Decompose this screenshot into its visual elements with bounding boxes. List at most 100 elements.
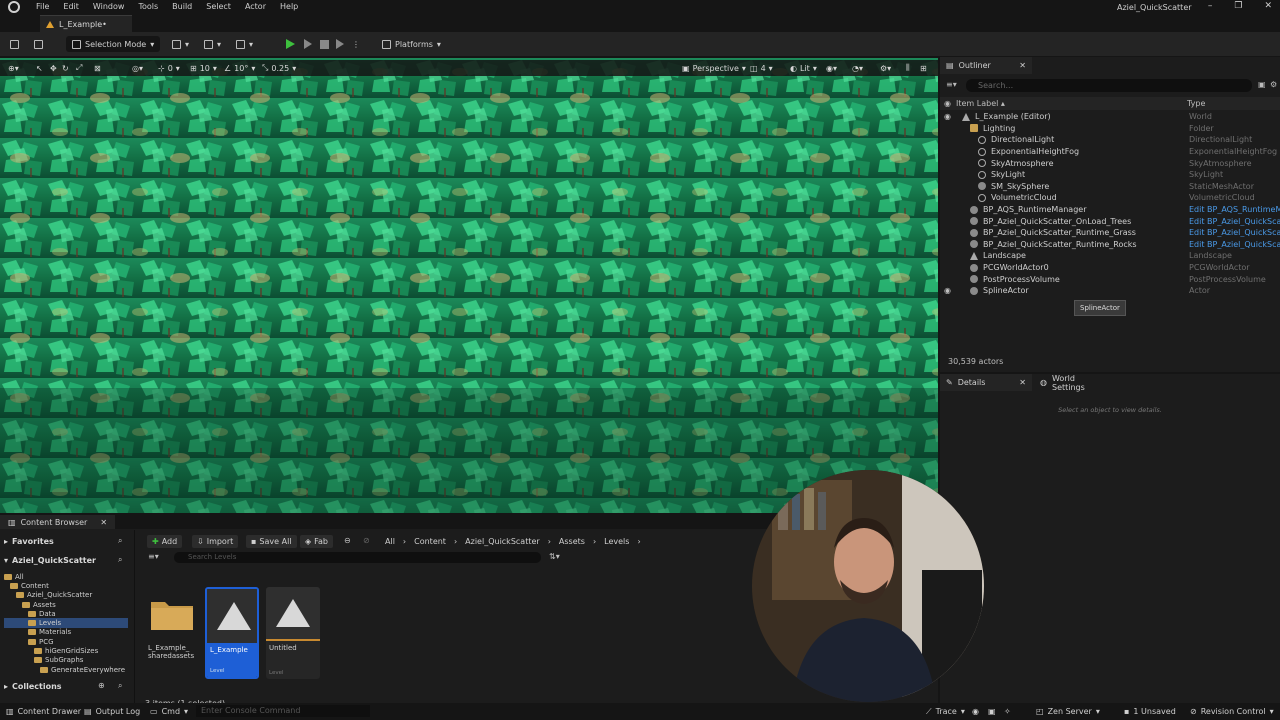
unreal-logo-icon[interactable] [8,1,20,13]
menu-file[interactable]: File [36,2,49,11]
asset-tile-untitled[interactable]: Untitled Level [266,587,320,679]
outliner-row[interactable]: Landscape Landscape [940,250,1280,262]
folder-tree-item[interactable]: Data [4,609,128,618]
asset-tile-folder[interactable]: L_Example_ sharedassets [145,587,199,679]
save-icon[interactable] [10,36,19,52]
crumb-content[interactable]: Content [414,537,446,546]
rotate-tool-icon[interactable]: ↻ [62,62,69,74]
world-settings-tab[interactable]: ◍ World Settings [1034,374,1114,392]
platforms-button[interactable]: Platforms ▾ [382,36,441,52]
maximize-viewport-icon[interactable]: ⊞ [920,62,927,74]
close-tab-icon[interactable]: ✕ [1019,378,1026,387]
outliner-row[interactable]: Lighting Folder [940,123,1280,135]
edit-blueprint-link[interactable]: Edit BP_Aziel_QuickScatt [1189,240,1280,249]
surface-snap-button[interactable]: ◎▾ [132,62,143,74]
rotation-snap-button[interactable]: ∠ 10° ▾ [224,62,255,74]
crumb-all[interactable]: All [385,537,395,546]
show-flags-icon[interactable]: ◉▾ [826,62,837,74]
performance-icon[interactable]: ◔▾ [852,62,863,74]
outliner-row[interactable]: ◉ L_Example (Editor) World [940,111,1280,123]
level-tab[interactable]: L_Example• [40,15,132,32]
details-tab[interactable]: ✎ Details ✕ [940,374,1032,391]
transform-mode-icon[interactable]: ⊕▾ [8,62,19,74]
content-browser-tab[interactable]: ▥ Content Browser ✕ [0,515,116,529]
save-all-button[interactable]: ▪ Save All [246,535,297,548]
menu-window[interactable]: Window [93,2,125,11]
scale-tool-icon[interactable]: ⤢ [76,62,82,74]
folder-tree-item[interactable]: Materials [4,628,128,637]
project-section[interactable]: ▾ Aziel_QuickScatter [4,556,96,565]
select-tool-icon[interactable]: ↖ [36,62,43,74]
outliner-tab[interactable]: ▤ Outliner ✕ [940,57,1032,74]
add-actor-icon[interactable]: ▾ [172,36,189,52]
add-button[interactable]: ✚ Add [147,535,183,548]
step-icon[interactable] [304,36,312,52]
menu-build[interactable]: Build [172,2,192,11]
outliner-row[interactable]: BP_AQS_RuntimeManager Edit BP_AQS_Runtime… [940,204,1280,216]
browse-icon[interactable] [34,36,43,52]
outliner-row[interactable]: SkyAtmosphere SkyAtmosphere [940,157,1280,169]
output-log-button[interactable]: ▤ Output Log [84,706,140,717]
edit-blueprint-link[interactable]: Edit BP_Aziel_QuickScatt [1189,217,1280,226]
crumb-project[interactable]: Aziel_QuickScatter [465,537,540,546]
stop-icon[interactable] [320,36,329,52]
search-icon[interactable]: ⌕ [118,536,122,546]
zen-server-dropdown[interactable]: ◰ Zen Server ▾ [1036,706,1100,717]
fab-button[interactable]: ◈ Fab [300,535,334,548]
menu-tools[interactable]: Tools [138,2,158,11]
folder-tree-item[interactable]: SubGraphs [4,656,128,665]
sparkle-icon[interactable]: ✧ [1004,706,1011,717]
outliner-row[interactable]: PCGWorldActor0 PCGWorldActor [940,262,1280,274]
folder-tree-item[interactable]: Content [4,581,128,590]
filter-icon[interactable]: ≡▾ [148,552,159,561]
outliner-row[interactable]: DirectionalLight DirectionalLight [940,134,1280,146]
visibility-col-icon[interactable]: ◉ [944,99,951,108]
crumb-assets[interactable]: Assets [559,537,585,546]
outliner-settings-icon[interactable]: ⚙ [1270,80,1277,89]
collections-section[interactable]: ▸ Collections [4,682,62,691]
close-tab-icon[interactable]: ✕ [1019,61,1026,70]
sort-icon[interactable]: ⇅▾ [549,552,560,561]
add-collection-icon[interactable]: ⊕ [98,681,105,690]
eject-icon[interactable] [336,36,344,52]
selection-mode-dropdown[interactable]: Selection Mode ▾ [66,36,161,52]
outliner-row[interactable]: BP_Aziel_QuickScatter_OnLoad_Trees Edit B… [940,215,1280,227]
search-icon[interactable]: ⌕ [118,555,122,565]
visibility-eye-icon[interactable]: ◉ [944,112,951,121]
folder-tree-item[interactable]: PCG [4,637,128,646]
content-drawer-button[interactable]: ▥ Content Drawer [6,706,81,717]
coordinate-space-icon[interactable]: ⊠ [94,62,101,74]
edit-blueprint-link[interactable]: Edit BP_AQS_RuntimeMa [1189,205,1280,214]
menu-select[interactable]: Select [206,2,231,11]
outliner-search-input[interactable]: Search... [966,79,1252,92]
record-icon[interactable]: ◉ [972,706,979,717]
menu-actor[interactable]: Actor [245,2,266,11]
maximize-icon[interactable]: ❐ [1234,1,1242,11]
column-item-label[interactable]: Item Label ▴ [956,99,1005,108]
column-type[interactable]: Type [1187,99,1205,108]
move-tool-icon[interactable]: ✥ [50,62,57,74]
outliner-row[interactable]: BP_Aziel_QuickScatter_Runtime_Rocks Edit … [940,239,1280,251]
perspective-dropdown[interactable]: ▣ Perspective ▾ [682,62,746,74]
outliner-row[interactable]: ◉ SplineActor Actor [940,285,1280,297]
grid-snap-toggle[interactable]: ⊹ 0 ▾ [158,62,180,74]
folder-tree-item[interactable]: Levels [4,618,128,628]
location-snap-button[interactable]: ⊞ 10 ▾ [190,62,217,74]
settings-icon[interactable]: ⚙▾ [880,62,891,74]
outliner-row[interactable]: BP_Aziel_QuickScatter_Runtime_Grass Edit … [940,227,1280,239]
outliner-row[interactable]: SM_SkySphere StaticMeshActor [940,181,1280,193]
revision-control-button[interactable]: ⊘ Revision Control ▾ [1190,706,1274,717]
view-mode-dropdown[interactable]: ◐ Lit ▾ [790,62,817,74]
more-options-icon[interactable]: ⋮ [352,36,360,52]
outliner-row[interactable]: VolumetricCloud VolumetricCloud [940,192,1280,204]
filter-icon[interactable]: ≡▾ [946,80,957,89]
scale-snap-button[interactable]: ⤡ 0.25 ▾ [262,62,296,74]
add-folder-icon[interactable]: ▣ [1258,80,1266,89]
close-window-icon[interactable]: ✕ [1264,1,1272,11]
menu-edit[interactable]: Edit [63,2,79,11]
folder-tree-item[interactable]: Aziel_QuickScatter [4,591,128,600]
search-icon[interactable]: ⌕ [118,681,122,691]
outliner-row[interactable]: ExponentialHeightFog ExponentialHeightFog [940,146,1280,158]
folder-tree-item[interactable]: All [4,572,128,581]
close-tab-icon[interactable]: ✕ [100,518,107,527]
